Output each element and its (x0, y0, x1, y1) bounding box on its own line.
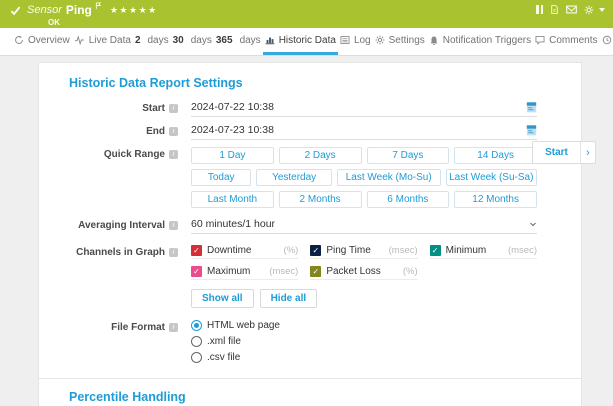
quick-range-row: Quick Range 1 Day 2 Days 7 Days 14 Days … (69, 147, 551, 208)
overview-icon (14, 35, 24, 45)
quick-range-1-day[interactable]: 1 Day (191, 147, 274, 164)
comment-icon (535, 35, 545, 45)
radio-icon[interactable] (191, 352, 202, 363)
channel-minimum[interactable]: Minimum (msec) (430, 245, 537, 259)
tab-notification-triggers[interactable]: Notification Triggers (427, 28, 533, 55)
bar-chart-icon (265, 35, 275, 45)
page-body: Historic Data Report Settings Start 2024… (0, 56, 613, 406)
quick-range-6-months[interactable]: 6 Months (367, 191, 450, 208)
averaging-interval-row: Averaging Interval 60 minutes/1 hour (69, 218, 551, 234)
section-title-percentile: Percentile Handling (69, 390, 551, 404)
start-label: Start (69, 101, 165, 114)
sensor-name: Ping (66, 3, 92, 17)
channel-maximum[interactable]: Maximum (msec) (191, 266, 298, 280)
tab-overview[interactable]: Overview (12, 28, 72, 55)
info-icon[interactable] (169, 127, 178, 136)
info-icon[interactable] (169, 323, 178, 332)
start-report-split-button: Start (532, 141, 596, 164)
checkbox-checked-icon[interactable] (430, 245, 441, 256)
status-check-icon (10, 5, 21, 16)
file-format-xml-option[interactable]: .xml file (191, 336, 537, 347)
start-report-button[interactable]: Start (533, 142, 580, 163)
section-title-report-settings: Historic Data Report Settings (69, 76, 551, 90)
chevron-right-icon[interactable] (580, 142, 595, 163)
show-all-button[interactable]: Show all (191, 289, 254, 308)
tab-365-days[interactable]: 365days (214, 28, 263, 55)
gear-icon (375, 35, 385, 45)
history-icon (602, 35, 612, 45)
end-row: End 2024-07-23 10:38 (69, 124, 551, 140)
averaging-interval-select[interactable]: 60 minutes/1 hour (191, 218, 537, 234)
quick-range-2-months[interactable]: 2 Months (279, 191, 362, 208)
radio-icon[interactable] (191, 320, 202, 331)
info-icon[interactable] (169, 104, 178, 113)
radio-icon[interactable] (191, 336, 202, 347)
section-divider (39, 378, 581, 379)
tab-historic-data[interactable]: Historic Data (263, 28, 338, 55)
checkbox-checked-icon[interactable] (310, 266, 321, 277)
file-format-row: File Format HTML web page .xml file .csv… (69, 320, 551, 368)
priority-stars[interactable]: ★★★★★ (110, 5, 158, 16)
live-data-icon (74, 35, 85, 45)
channels-label: Channels in Graph (69, 245, 165, 258)
end-date-input[interactable]: 2024-07-23 10:38 (191, 124, 537, 140)
quick-range-last-month[interactable]: Last Month (191, 191, 274, 208)
email-icon[interactable] (566, 5, 577, 14)
hide-all-button[interactable]: Hide all (260, 289, 318, 308)
channels-row: Channels in Graph Downtime (%) Ping Time… (69, 245, 551, 308)
channel-ping-time[interactable]: Ping Time (msec) (310, 245, 417, 259)
tab-history[interactable]: History (600, 28, 613, 55)
quick-range-label: Quick Range (69, 147, 165, 160)
priority-flag-icon (95, 2, 102, 10)
log-icon (340, 35, 350, 45)
end-label: End (69, 124, 165, 137)
quick-range-14-days[interactable]: 14 Days (454, 147, 537, 164)
quick-range-2-days[interactable]: 2 Days (279, 147, 362, 164)
info-icon[interactable] (169, 221, 178, 230)
start-date-input[interactable]: 2024-07-22 10:38 (191, 101, 537, 117)
averaging-interval-label: Averaging Interval (69, 218, 165, 231)
tab-2-days[interactable]: 2days (133, 28, 171, 55)
gear-icon[interactable] (584, 5, 594, 15)
checkbox-checked-icon[interactable] (191, 266, 202, 277)
quick-range-7-days[interactable]: 7 Days (367, 147, 450, 164)
tab-live-data[interactable]: Live Data (72, 28, 133, 55)
file-format-csv-option[interactable]: .csv file (191, 352, 537, 363)
quick-range-last-week-mo-su[interactable]: Last Week (Mo-Su) (337, 169, 441, 186)
sensor-type-label: Sensor (27, 4, 62, 16)
calendar-icon[interactable] (526, 124, 537, 136)
checkbox-checked-icon[interactable] (310, 245, 321, 256)
file-format-label: File Format (69, 320, 165, 333)
report-icon[interactable] (550, 4, 559, 15)
quick-range-12-months[interactable]: 12 Months (454, 191, 537, 208)
tab-30-days[interactable]: 30days (171, 28, 214, 55)
checkbox-checked-icon[interactable] (191, 245, 202, 256)
tab-settings[interactable]: Settings (373, 28, 427, 55)
channel-packet-loss[interactable]: Packet Loss (%) (310, 266, 417, 280)
bell-icon (429, 35, 439, 46)
tab-log[interactable]: Log (338, 28, 373, 55)
tab-comments[interactable]: Comments (533, 28, 599, 55)
settings-card: Historic Data Report Settings Start 2024… (38, 62, 582, 406)
sensor-header: Sensor Ping ★★★★★ OK (0, 0, 613, 28)
file-format-html-option[interactable]: HTML web page (191, 320, 537, 331)
calendar-icon[interactable] (526, 101, 537, 113)
chevron-down-icon[interactable] (599, 8, 605, 12)
info-icon[interactable] (169, 248, 178, 257)
quick-range-last-week-su-sa[interactable]: Last Week (Su-Sa) (446, 169, 537, 186)
quick-range-yesterday[interactable]: Yesterday (256, 169, 331, 186)
start-row: Start 2024-07-22 10:38 (69, 101, 551, 117)
quick-range-today[interactable]: Today (191, 169, 251, 186)
channel-downtime[interactable]: Downtime (%) (191, 245, 298, 259)
info-icon[interactable] (169, 150, 178, 159)
chevron-down-icon (529, 220, 537, 228)
status-badge: OK (48, 18, 603, 27)
pause-icon[interactable] (536, 5, 543, 14)
tab-bar: Overview Live Data 2days 30days 365days … (0, 28, 613, 56)
